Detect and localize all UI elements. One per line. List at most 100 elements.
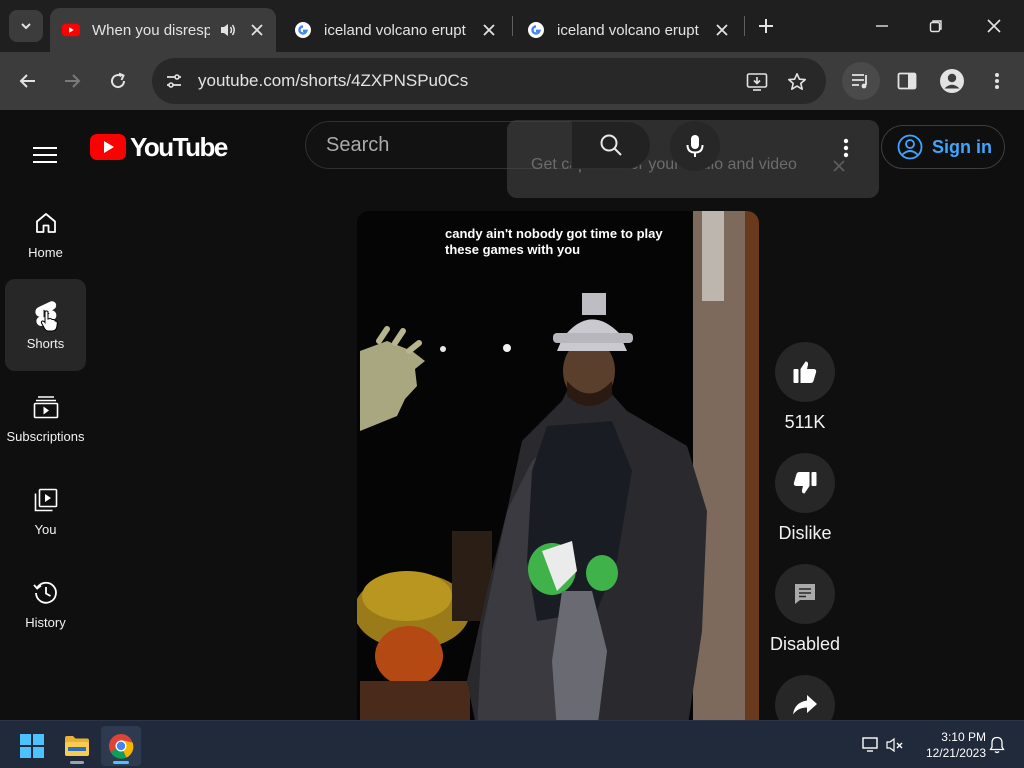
minimize-button[interactable]: [862, 8, 902, 44]
tab-youtube-active[interactable]: When you disrespect: [50, 8, 276, 52]
arrow-left-icon: [19, 74, 35, 88]
network-icon[interactable]: [861, 735, 881, 755]
forward-button[interactable]: [54, 63, 90, 99]
volume-muted-icon[interactable]: [885, 735, 905, 755]
clock-time: 3:10 PM: [941, 730, 986, 744]
tab-title: iceland volcano erupt: [324, 21, 466, 39]
chrome-taskbar-button[interactable]: [101, 726, 141, 766]
google-favicon-icon: [527, 21, 545, 39]
comments-action: Disabled: [769, 564, 841, 655]
clock-date: 12/21/2023: [925, 746, 986, 760]
dislike-action: Dislike: [769, 453, 841, 544]
dislike-label: Dislike: [778, 523, 832, 543]
restore-button[interactable]: [916, 8, 956, 44]
account-circle-icon: [896, 133, 924, 161]
youtube-page: YouTube Get captions for your audio and …: [0, 110, 1024, 735]
comment-icon: [795, 584, 815, 604]
sidebar-item-you[interactable]: You: [5, 465, 86, 557]
url-text[interactable]: youtube.com/shorts/4ZXPNSPu0Cs: [198, 71, 468, 91]
tab-close-icon[interactable]: [246, 19, 268, 41]
google-favicon-icon: [294, 21, 312, 39]
hamburger-menu-icon: [33, 147, 57, 163]
sign-in-button[interactable]: Sign in: [881, 125, 1005, 169]
youtube-favicon-icon: [62, 21, 80, 39]
chrome-logo-icon: [109, 734, 134, 759]
plus-icon: [759, 19, 773, 33]
tab-title: When you disrespect: [92, 21, 210, 39]
install-app-icon[interactable]: [744, 69, 770, 95]
guide-menu-button[interactable]: [22, 132, 68, 178]
comments-button[interactable]: [775, 564, 835, 624]
browser-tab-strip: When you disrespect iceland volcano erup…: [0, 0, 1024, 52]
close-icon: [987, 19, 1001, 33]
you-library-icon: [32, 486, 60, 514]
thumbs-up-icon: [793, 361, 817, 383]
bookmark-star-icon[interactable]: [784, 69, 810, 95]
notification-bell-icon[interactable]: [987, 735, 1007, 755]
subscriptions-icon: [32, 393, 60, 421]
chevron-down-icon: [21, 23, 31, 30]
sidebar-item-label: History: [25, 614, 66, 630]
sidebar-item-label: You: [34, 521, 57, 537]
restore-icon: [929, 20, 942, 33]
tab-close-icon[interactable]: [478, 19, 500, 41]
tab-google-1[interactable]: iceland volcano erupt: [282, 8, 508, 52]
video-caption-text: candy ain't nobody got time to play thes…: [445, 226, 663, 257]
side-panel-icon: [897, 72, 917, 90]
microphone-icon: [686, 135, 704, 157]
kebab-menu-icon: [843, 138, 849, 158]
chrome-menu-button[interactable]: [978, 62, 1016, 100]
like-action: 511K: [769, 342, 841, 433]
file-explorer-button[interactable]: [57, 726, 97, 766]
close-window-button[interactable]: [974, 8, 1014, 44]
site-settings-icon[interactable]: [162, 69, 186, 93]
kebab-menu-icon: [995, 73, 999, 89]
speaker-icon[interactable]: [216, 19, 240, 41]
windows-taskbar: 3:10 PM 12/21/2023: [0, 720, 1024, 768]
side-panel-button[interactable]: [888, 62, 926, 100]
reload-button[interactable]: [100, 63, 136, 99]
shorts-video-player[interactable]: candy ain't nobody got time to play thes…: [357, 211, 759, 731]
arrow-right-icon: [65, 74, 81, 88]
minimize-icon: [876, 25, 888, 27]
profile-button[interactable]: [933, 62, 971, 100]
folder-icon: [65, 736, 89, 756]
taskbar-clock[interactable]: 3:10 PM 12/21/2023: [912, 729, 986, 761]
share-arrow-icon: [793, 695, 817, 715]
youtube-logo-text: YouTube: [130, 131, 228, 162]
search-button[interactable]: [571, 121, 651, 169]
dislike-button[interactable]: [775, 453, 835, 513]
sign-in-label: Sign in: [932, 136, 992, 157]
windows-logo-icon: [20, 734, 44, 758]
media-controls-button[interactable]: [842, 62, 880, 100]
like-button[interactable]: [775, 342, 835, 402]
running-indicator: [70, 761, 84, 764]
tab-title: iceland volcano erupt: [557, 21, 699, 39]
sidebar-item-home[interactable]: Home: [5, 188, 86, 280]
tab-search-button[interactable]: [9, 10, 43, 42]
sidebar-item-label: Shorts: [26, 335, 65, 351]
thumbs-down-icon: [793, 472, 817, 494]
reload-icon: [111, 72, 126, 89]
sidebar-item-label: Subscriptions: [6, 428, 85, 444]
youtube-logo[interactable]: YouTube: [90, 131, 228, 162]
media-queue-icon: [852, 74, 867, 89]
sidebar-item-label: Home: [28, 244, 63, 260]
tab-separator: [512, 16, 513, 36]
screen: When you disrespect iceland volcano erup…: [0, 0, 1024, 768]
comments-label: Disabled: [769, 634, 841, 654]
new-tab-button[interactable]: [746, 8, 786, 44]
sidebar-item-subscriptions[interactable]: Subscriptions: [5, 372, 86, 464]
tab-google-2[interactable]: iceland volcano erupt: [515, 8, 741, 52]
settings-more-button[interactable]: [826, 128, 866, 168]
profile-avatar-icon: [940, 69, 964, 93]
voice-search-button[interactable]: [670, 121, 720, 171]
search-icon: [600, 134, 622, 156]
tab-separator: [744, 16, 745, 36]
start-button[interactable]: [12, 726, 52, 766]
tab-close-icon[interactable]: [711, 19, 733, 41]
sidebar-item-history[interactable]: History: [5, 558, 86, 650]
back-button[interactable]: [10, 63, 46, 99]
address-bar[interactable]: youtube.com/shorts/4ZXPNSPu0Cs: [152, 58, 826, 104]
running-indicator: [113, 761, 129, 764]
